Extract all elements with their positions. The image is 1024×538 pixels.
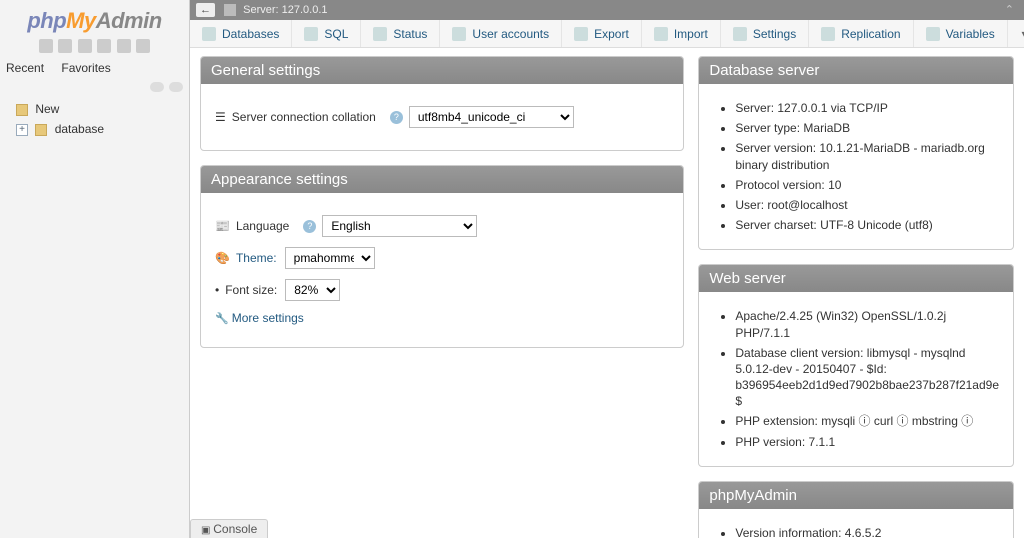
list-item: Server charset: UTF-8 Unicode (utf8): [735, 217, 999, 233]
nav-icon: [733, 27, 747, 41]
help-icon[interactable]: ?: [303, 220, 316, 233]
new-db-icon: [16, 104, 28, 116]
database-server-title: Database server: [699, 57, 1013, 84]
nav-databases[interactable]: Databases: [190, 20, 292, 47]
tree-database[interactable]: + database: [6, 119, 183, 139]
tree-db-label: database: [55, 122, 104, 136]
db-tree: New + database: [6, 99, 183, 139]
pma-title: phpMyAdmin: [699, 482, 1013, 509]
logo-quicklinks[interactable]: [6, 38, 183, 53]
back-button[interactable]: ←: [196, 3, 215, 17]
language-select[interactable]: English: [322, 215, 477, 237]
nav-icon: [821, 27, 835, 41]
pma-version: Version information: 4.6.5.2: [735, 525, 999, 538]
tab-favorites[interactable]: Favorites: [61, 61, 110, 75]
list-item: Database client version: libmysql - mysq…: [735, 345, 999, 410]
collapse-all-icon[interactable]: [150, 82, 164, 92]
pma-logo: phpMyAdmin: [6, 8, 183, 34]
collation-icon: ☰: [215, 110, 226, 124]
db-icon: [35, 124, 47, 136]
tree-new[interactable]: New: [6, 99, 183, 119]
expand-icon[interactable]: +: [16, 124, 28, 136]
nav-icon: [452, 27, 466, 41]
gear-icon[interactable]: [136, 39, 150, 53]
fontsize-select[interactable]: 82%: [285, 279, 340, 301]
more-settings-link[interactable]: More settings: [215, 311, 304, 325]
fontsize-label: Font size:: [225, 283, 277, 297]
list-item: Protocol version: 10: [735, 177, 999, 193]
language-label: Language: [236, 219, 289, 233]
tree-new-label: New: [35, 102, 59, 116]
general-settings-title: General settings: [201, 57, 683, 84]
pma-list: Version information: 4.6.5.2: [713, 525, 999, 538]
list-item: PHP version: 7.1.1: [735, 434, 999, 450]
nav-icon: [926, 27, 940, 41]
home-icon[interactable]: [39, 39, 53, 53]
list-item: User: root@localhost: [735, 197, 999, 213]
theme-label[interactable]: Theme:: [236, 251, 277, 265]
console-toggle[interactable]: Console: [190, 519, 268, 538]
appearance-settings-panel: Appearance settings 📰 Language ? English…: [200, 165, 684, 348]
server-bar: ← Server: 127.0.0.1 ⌃: [190, 0, 1024, 20]
help-icon[interactable]: ?: [390, 111, 403, 124]
collation-select[interactable]: utf8mb4_unicode_ci: [409, 106, 574, 128]
main-content: General settings ☰ Server connection col…: [190, 48, 1024, 538]
nav-status[interactable]: Status: [361, 20, 440, 47]
nav-icon: [373, 27, 387, 41]
server-label: Server: 127.0.0.1: [243, 4, 327, 16]
web-server-panel: Web server Apache/2.4.25 (Win32) OpenSSL…: [698, 264, 1014, 467]
nav-icon: [202, 27, 216, 41]
db-server-list: Server: 127.0.0.1 via TCP/IP Server type:…: [713, 100, 999, 233]
nav-tabs: Recent Favorites: [6, 61, 183, 75]
appearance-settings-title: Appearance settings: [201, 166, 683, 193]
list-item: Server type: MariaDB: [735, 120, 999, 136]
navigation-sidebar: phpMyAdmin Recent Favorites New + databa…: [0, 0, 190, 538]
list-item: PHP extension: mysqli ⓘ curl ⓘ mbstring …: [735, 413, 999, 429]
collation-label: Server connection collation: [232, 110, 376, 124]
top-nav: DatabasesSQLStatusUser accountsExportImp…: [190, 20, 1024, 48]
nav-user-accounts[interactable]: User accounts: [440, 20, 562, 47]
nav-collapse-row: [6, 79, 183, 93]
nav-icon: [574, 27, 588, 41]
tab-recent[interactable]: Recent: [6, 61, 44, 75]
nav-icon: [304, 27, 318, 41]
list-item: Server version: 10.1.21-MariaDB - mariad…: [735, 140, 999, 172]
logout-icon[interactable]: [58, 39, 72, 53]
settings-icon[interactable]: [97, 39, 111, 53]
nav-export[interactable]: Export: [562, 20, 642, 47]
nav-sql[interactable]: SQL: [292, 20, 361, 47]
docs-icon[interactable]: [78, 39, 92, 53]
pma-panel: phpMyAdmin Version information: 4.6.5.2 …: [698, 481, 1014, 538]
general-settings-panel: General settings ☰ Server connection col…: [200, 56, 684, 151]
language-icon: 📰: [215, 219, 230, 233]
nav-settings[interactable]: Settings: [721, 20, 809, 47]
bullet-icon: •: [215, 283, 219, 297]
theme-select[interactable]: pmahomme: [285, 247, 375, 269]
database-server-panel: Database server Server: 127.0.0.1 via TC…: [698, 56, 1014, 250]
nav-import[interactable]: Import: [642, 20, 721, 47]
minimize-icon[interactable]: ⌃: [1005, 0, 1014, 20]
nav-more[interactable]: More: [1008, 20, 1024, 47]
nav-variables[interactable]: Variables: [914, 20, 1008, 47]
theme-icon: 🎨: [215, 251, 230, 265]
unlink-icon[interactable]: [169, 82, 183, 92]
web-server-title: Web server: [699, 265, 1013, 292]
nav-replication[interactable]: Replication: [809, 20, 913, 47]
list-item: Apache/2.4.25 (Win32) OpenSSL/1.0.2j PHP…: [735, 308, 999, 340]
web-server-list: Apache/2.4.25 (Win32) OpenSSL/1.0.2j PHP…: [713, 308, 999, 450]
server-icon: [224, 4, 236, 16]
list-item: Server: 127.0.0.1 via TCP/IP: [735, 100, 999, 116]
reload-icon[interactable]: [117, 39, 131, 53]
nav-icon: [654, 27, 668, 41]
